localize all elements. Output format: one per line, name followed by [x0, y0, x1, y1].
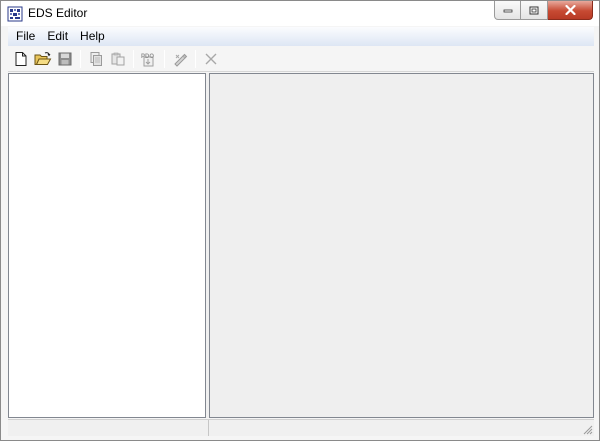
- status-pane-right: [209, 420, 594, 436]
- save-disk-icon: [58, 52, 72, 66]
- new-document-icon: [15, 52, 27, 66]
- edit-icon: [174, 53, 188, 67]
- menu-file[interactable]: File: [10, 27, 41, 46]
- toolbar-separator: [195, 50, 196, 68]
- status-bar: [8, 419, 594, 436]
- details-panel[interactable]: [209, 73, 594, 418]
- close-button[interactable]: [548, 1, 593, 20]
- minimize-button[interactable]: [494, 1, 521, 20]
- title-bar[interactable]: EDS Editor: [1, 1, 599, 26]
- new-button[interactable]: [10, 48, 32, 70]
- window-title: EDS Editor: [28, 6, 88, 20]
- toolbar: PDO: [8, 47, 594, 72]
- tree-panel[interactable]: [8, 73, 206, 418]
- delete-button[interactable]: [200, 48, 222, 70]
- paste-button[interactable]: [107, 48, 129, 70]
- menu-bar: File Edit Help: [8, 27, 594, 46]
- open-folder-icon: [34, 52, 52, 65]
- caption-buttons: [494, 1, 593, 20]
- restore-button[interactable]: [521, 1, 548, 20]
- delete-x-icon: [205, 53, 217, 65]
- status-pane-left: [8, 420, 209, 436]
- resize-grip-icon[interactable]: [581, 423, 593, 435]
- edit-button[interactable]: [169, 48, 191, 70]
- menu-help[interactable]: Help: [74, 27, 111, 46]
- copy-button[interactable]: [85, 48, 107, 70]
- toolbar-separator: [80, 50, 81, 68]
- close-icon: [564, 5, 576, 15]
- toolbar-separator: [164, 50, 165, 68]
- eds-app-icon[interactable]: [7, 6, 23, 22]
- open-button[interactable]: [32, 48, 54, 70]
- app-window: EDS Editor File Edit Help PDO: [0, 0, 600, 441]
- paste-icon: [111, 52, 125, 66]
- pdo-button[interactable]: PDO: [138, 48, 160, 70]
- pdo-icon: PDO: [141, 54, 154, 67]
- copy-icon: [90, 52, 102, 66]
- toolbar-separator: [133, 50, 134, 68]
- save-button[interactable]: [54, 48, 76, 70]
- menu-edit[interactable]: Edit: [41, 27, 74, 46]
- restore-icon: [529, 6, 539, 14]
- minimize-icon: [503, 9, 512, 13]
